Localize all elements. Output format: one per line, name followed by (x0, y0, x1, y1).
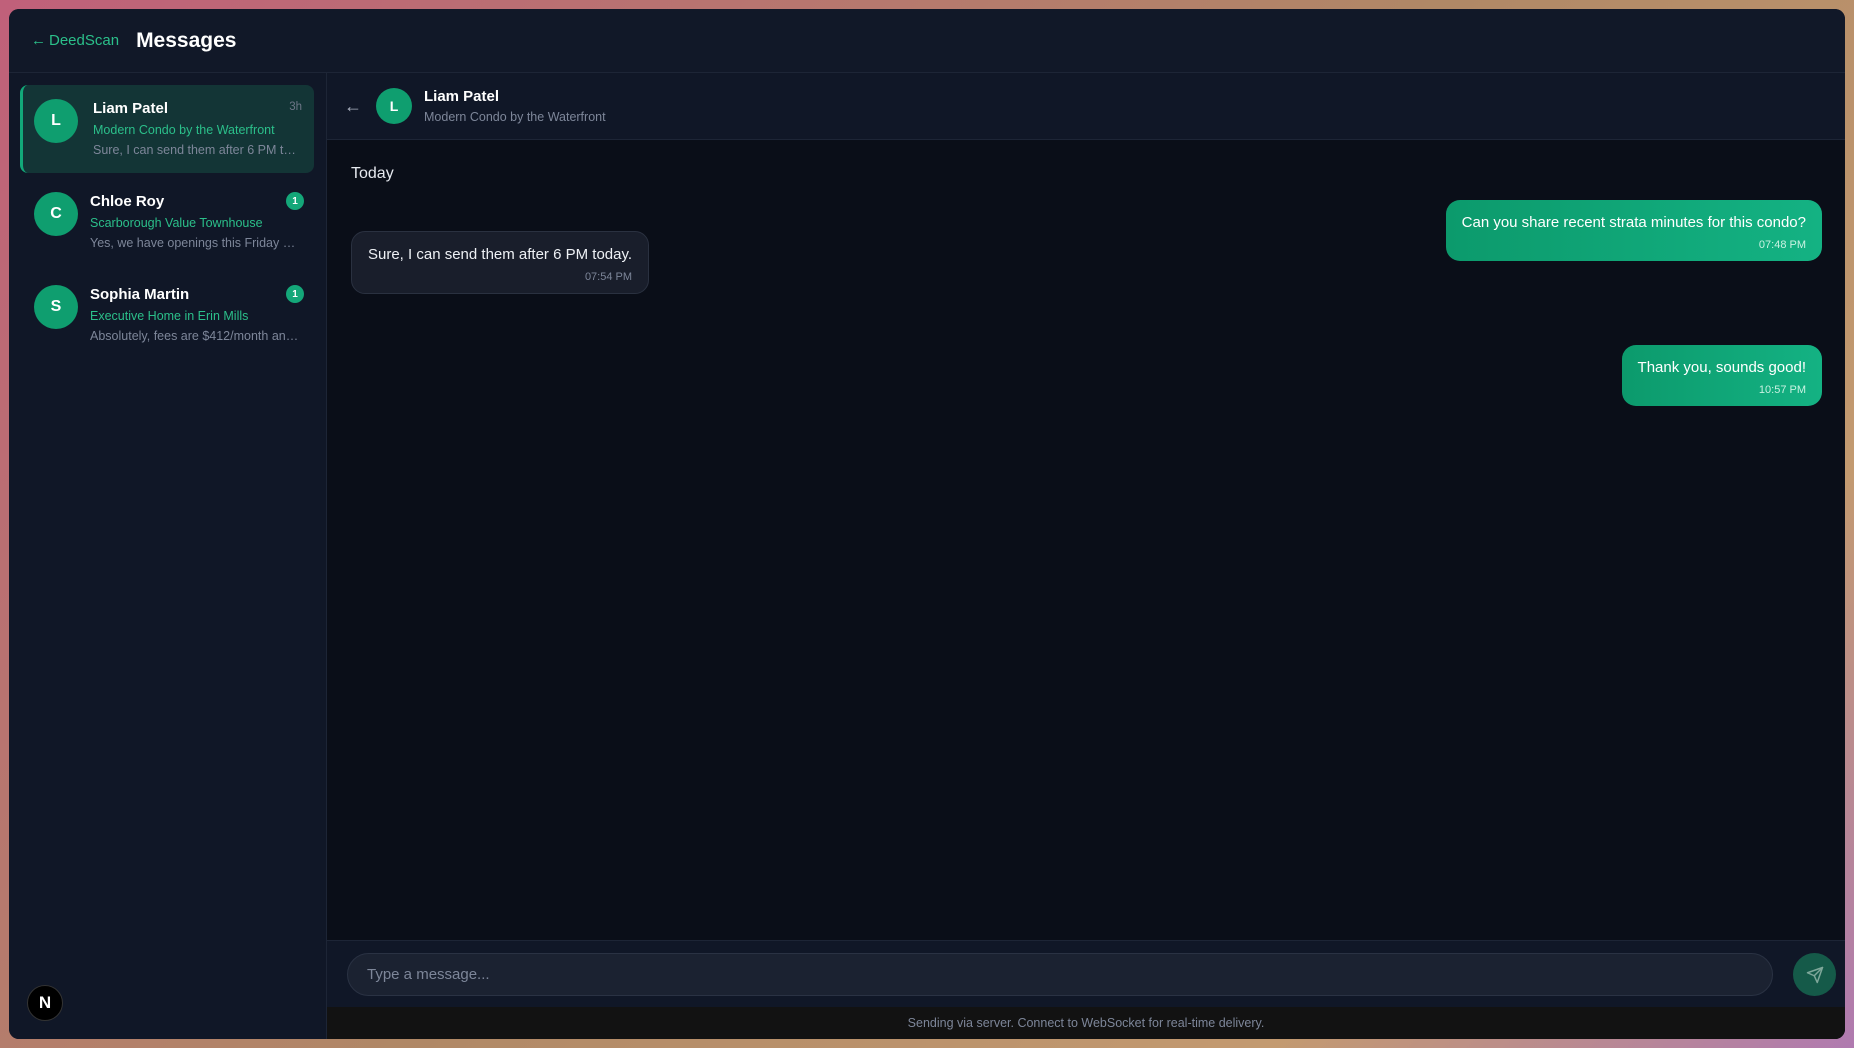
conversation-item-chloe-roy[interactable]: C Chloe Roy Scarborough Value Townhouse … (20, 178, 314, 266)
avatar: L (376, 88, 412, 124)
conversation-time: 3h (289, 101, 302, 113)
message-text: Can you share recent strata minutes for … (1461, 214, 1806, 231)
message-text: Thank you, sounds good! (1637, 359, 1806, 376)
avatar: S (34, 285, 78, 329)
conversation-preview: Sure, I can send them after 6 PM today. (93, 143, 302, 157)
conversation-item-liam-patel[interactable]: L Liam Patel Modern Condo by the Waterfr… (20, 85, 314, 173)
message-time: 10:57 PM (1758, 384, 1806, 396)
message-composer: Type a message... (327, 940, 1845, 1007)
arrow-left-icon[interactable]: ← (344, 96, 362, 117)
conversation-name: Liam Patel (93, 100, 169, 117)
chat-panel: ← L Liam Patel Modern Condo by the Water… (327, 73, 1845, 1039)
app-window: ← DeedScan Messages L Liam Patel Modern … (9, 9, 1845, 1039)
message-text: Sure, I can send them after 6 PM today. (368, 246, 633, 263)
chat-property: Modern Condo by the Waterfront (424, 110, 606, 124)
conversation-property: Modern Condo by the Waterfront (93, 123, 275, 137)
back-link-label: DeedScan (49, 32, 120, 49)
send-button[interactable] (1793, 953, 1836, 996)
chat-header: ← L Liam Patel Modern Condo by the Water… (327, 73, 1845, 140)
unread-badge: 1 (286, 285, 304, 303)
conversation-name: Chloe Roy (90, 193, 165, 210)
chat-info: Liam Patel Modern Condo by the Waterfron… (424, 88, 606, 124)
message-bubble-received: Sure, I can send them after 6 PM today. … (351, 231, 650, 294)
top-bar: ← DeedScan Messages (9, 9, 1845, 73)
avatar: L (34, 99, 78, 143)
conversation-property: Scarborough Value Townhouse (90, 216, 263, 230)
page-title: Messages (136, 28, 237, 52)
message-input[interactable]: Type a message... (347, 953, 1773, 996)
back-to-deedscan-link[interactable]: ← DeedScan (31, 32, 119, 49)
conversation-list: L Liam Patel Modern Condo by the Waterfr… (9, 73, 327, 1039)
message-time: 07:54 PM (584, 271, 633, 283)
avatar: C (34, 192, 78, 236)
message-bubble-sent: Can you share recent strata minutes for … (1445, 200, 1822, 261)
conversation-item-sophia-martin[interactable]: S Sophia Martin Executive Home in Erin M… (20, 271, 314, 359)
conversation-preview: Yes, we have openings this Friday aftern… (90, 236, 302, 250)
nextjs-badge-icon[interactable]: N (27, 985, 63, 1021)
conversation-name: Sophia Martin (90, 286, 190, 303)
message-time: 07:48 PM (1758, 239, 1806, 251)
message-bubble-sent: Thank you, sounds good! 10:57 PM (1621, 345, 1822, 406)
delivery-status-note: Sending via server. Connect to WebSocket… (327, 1007, 1845, 1039)
send-icon (1806, 966, 1823, 983)
arrow-left-icon: ← (31, 32, 46, 49)
conversation-preview: Absolutely, fees are $412/month and incl… (90, 329, 302, 343)
day-separator: Today (351, 165, 394, 182)
conversation-property: Executive Home in Erin Mills (90, 309, 249, 323)
unread-badge: 1 (286, 192, 304, 210)
chat-contact-name: Liam Patel (424, 88, 500, 105)
